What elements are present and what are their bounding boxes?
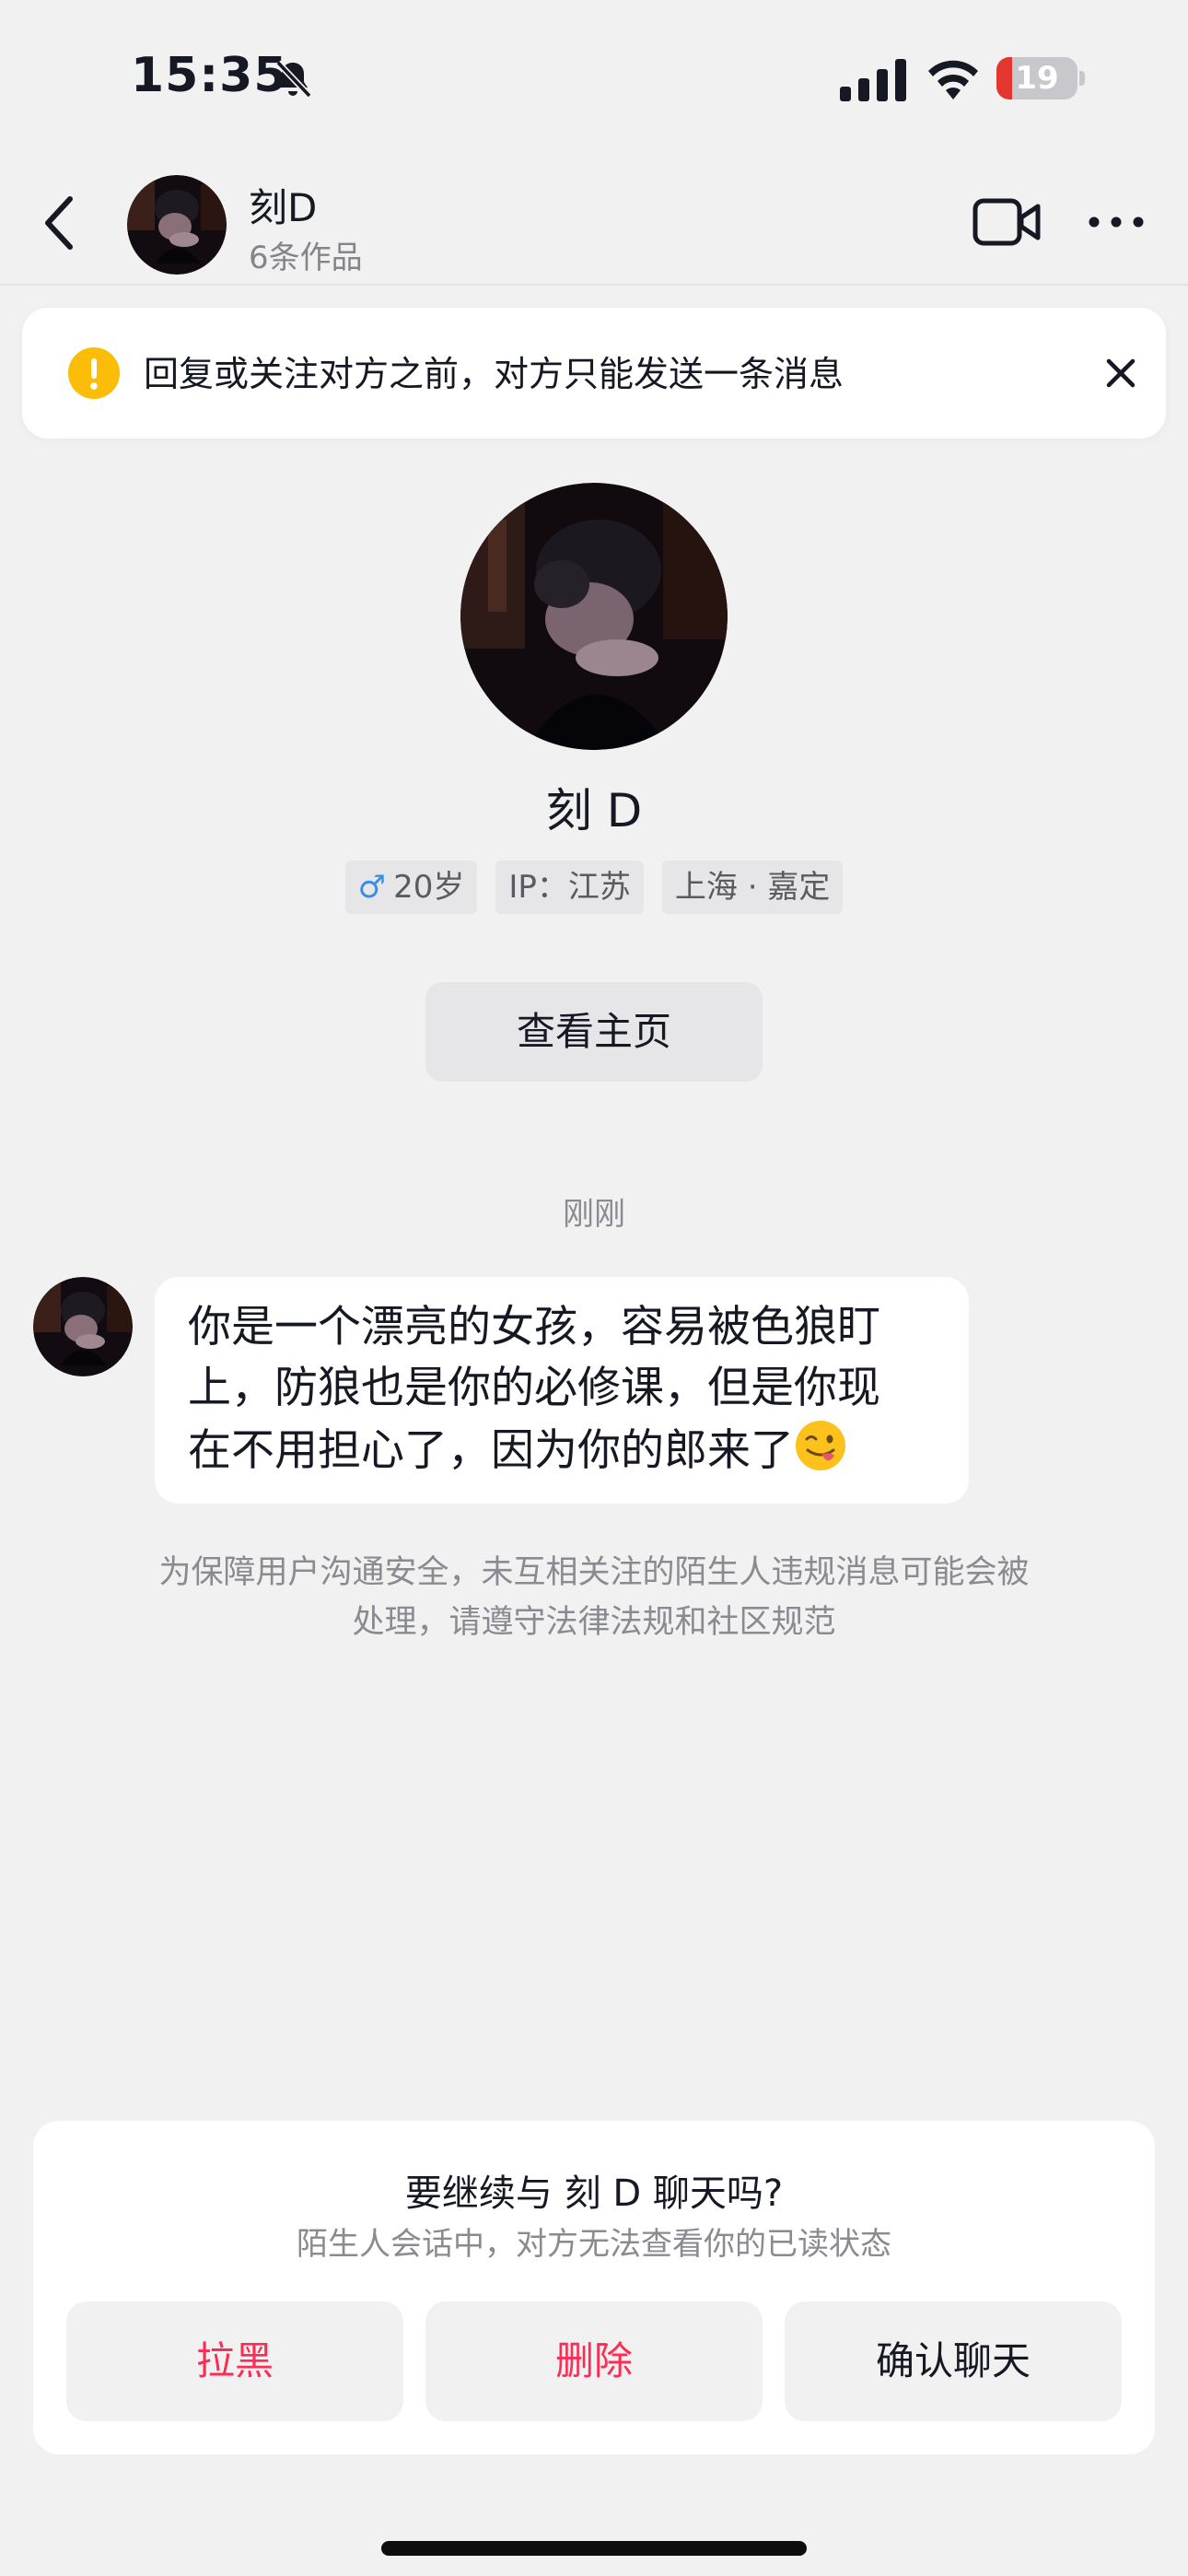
status-time: 15:35 (131, 48, 288, 103)
status-bar: 15:35 19 (0, 0, 1188, 157)
chat-header: 刻D 6条作品 (0, 157, 1188, 286)
location-tag: 上海 · 嘉定 (661, 861, 844, 914)
delete-button[interactable]: 删除 (425, 2301, 763, 2421)
message-line-2: 上，防狼也是你的必修课，但是你现 (188, 1363, 880, 1413)
safety-notice: 为保障用户沟通安全，未互相关注的陌生人违规消息可能会被 处理，请遵守法律法规和社… (129, 1548, 1059, 1647)
block-button[interactable]: 拉黑 (66, 2301, 403, 2421)
message-line-3: 在不用担心了，因为你的郎来了 (188, 1425, 794, 1476)
bell-slash-icon (275, 60, 312, 99)
profile-avatar[interactable] (460, 483, 728, 750)
prompt-title: 要继续与 刻 D 聊天吗? (404, 2172, 784, 2215)
confirm-chat-button[interactable]: 确认聊天 (785, 2301, 1122, 2421)
avatar[interactable] (127, 175, 227, 275)
home-indicator[interactable] (381, 2541, 807, 2556)
age-tag: ♂ 20岁 (344, 861, 478, 914)
works-count: 6条作品 (249, 240, 363, 276)
winking-tongue-emoji-icon (796, 1421, 845, 1470)
notice-line-2: 处理，请遵守法律法规和社区规范 (352, 1604, 836, 1641)
ip-tag: IP：江苏 (495, 861, 644, 914)
message-bubble[interactable]: 你是一个漂亮的女孩，容易被色狼盯 上，防狼也是你的必修课，但是你现 在不用担心了… (155, 1277, 969, 1504)
more-dots-icon[interactable] (1085, 208, 1147, 236)
chat-screen: 15:35 19 刻D 6条作品 回复或关注对方之前，对方只能发送一条消息 刻 … (0, 0, 1188, 2576)
view-home-button[interactable]: 查看主页 (425, 982, 763, 1082)
banner-text: 回复或关注对方之前，对方只能发送一条消息 (144, 354, 844, 394)
message-line-3-wrap: 在不用担心了，因为你的郎来了 (188, 1419, 936, 1481)
sender-avatar[interactable] (33, 1277, 133, 1376)
profile-tags: ♂ 20岁 IP：江苏 上海 · 嘉定 (0, 861, 1188, 914)
header-name: 刻D (249, 185, 318, 230)
close-icon[interactable] (1098, 350, 1144, 396)
warning-icon (68, 347, 120, 399)
reply-limit-banner: 回复或关注对方之前，对方只能发送一条消息 (22, 308, 1166, 439)
message-line-1: 你是一个漂亮的女孩，容易被色狼盯 (188, 1302, 880, 1352)
video-camera-icon[interactable] (973, 195, 1041, 249)
wifi-icon (928, 60, 978, 100)
battery-icon: 19 (996, 57, 1085, 100)
age-text: 20岁 (393, 869, 465, 906)
profile-name: 刻 D (545, 784, 643, 837)
battery-level: 19 (1015, 60, 1059, 97)
chevron-left-icon[interactable] (31, 186, 87, 260)
prompt-subtitle: 陌生人会话中，对方无法查看你的已读状态 (297, 2226, 891, 2263)
message-timestamp: 刚刚 (563, 1196, 625, 1233)
notice-line-1: 为保障用户沟通安全，未互相关注的陌生人违规消息可能会被 (158, 1554, 1030, 1591)
male-icon: ♂ (357, 869, 387, 906)
signal-icon (840, 59, 906, 101)
stranger-chat-prompt: 要继续与 刻 D 聊天吗? 陌生人会话中，对方无法查看你的已读状态 拉黑 删除 … (33, 2121, 1155, 2454)
